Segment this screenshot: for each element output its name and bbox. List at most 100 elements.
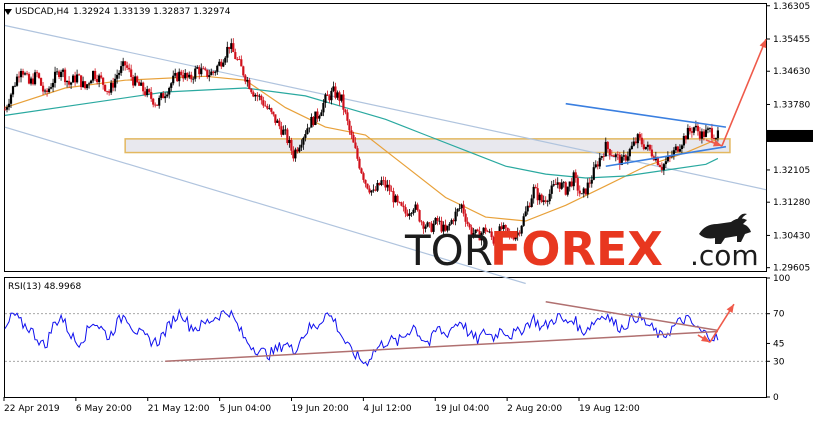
- candle-body: [174, 73, 177, 76]
- candle-body: [428, 222, 431, 224]
- candle-body: [692, 127, 696, 133]
- candle-body: [340, 94, 343, 101]
- candle-body: [222, 62, 225, 67]
- candle-body: [708, 128, 712, 129]
- candle-body: [458, 208, 461, 209]
- candle-body: [244, 75, 247, 82]
- candle-body: [626, 156, 629, 161]
- candle-body: [384, 180, 387, 188]
- candle-body: [682, 135, 685, 146]
- candle-body: [118, 72, 121, 75]
- candle-body: [378, 182, 381, 186]
- candle-body: [73, 75, 77, 83]
- candle-body: [390, 190, 393, 192]
- candle-body: [598, 157, 601, 167]
- candle-body: [134, 76, 137, 86]
- candle-body: [206, 69, 209, 77]
- candle-body: [69, 82, 73, 85]
- candle-body: [524, 211, 527, 217]
- candle-body: [82, 81, 85, 88]
- candle-body: [420, 221, 423, 223]
- candle-body: [322, 102, 325, 113]
- candle-body: [660, 166, 663, 170]
- candle-body: [158, 97, 161, 106]
- candle-body: [542, 200, 545, 202]
- candle-body: [336, 92, 339, 98]
- candle-body: [234, 52, 237, 60]
- candle-body: [88, 83, 91, 85]
- candle-body: [704, 129, 708, 137]
- candle-body: [9, 94, 13, 104]
- candle-body: [292, 150, 295, 159]
- candle-body: [550, 185, 553, 194]
- candle-body: [368, 188, 371, 193]
- candle-body: [308, 127, 311, 129]
- candle-body: [406, 213, 409, 216]
- candle-body: [154, 104, 157, 106]
- candle-body: [170, 83, 173, 88]
- candle-body: [370, 190, 373, 193]
- candle-body: [250, 88, 253, 93]
- candle-body: [716, 130, 720, 139]
- candle-body: [90, 80, 93, 84]
- candle-body: [75, 74, 79, 83]
- candle-body: [602, 156, 605, 157]
- candle-body: [296, 149, 299, 152]
- candle-body: [586, 182, 589, 195]
- candle-body: [638, 134, 641, 138]
- candle-body: [604, 141, 607, 157]
- candle-body: [35, 72, 39, 74]
- candle-body: [45, 90, 49, 93]
- time-tick-label: 5 Jun 04:00: [220, 404, 272, 414]
- rsi-tick-label: 30: [773, 357, 785, 367]
- candle-body: [562, 182, 565, 184]
- candle-body: [124, 61, 127, 66]
- candle-body: [342, 94, 345, 110]
- candle-body: [31, 78, 35, 85]
- candle-body: [71, 75, 75, 83]
- candle-body: [394, 195, 397, 203]
- candle-body: [136, 76, 139, 83]
- candle-body: [254, 94, 257, 97]
- candle-body: [232, 43, 235, 53]
- candle-body: [592, 167, 595, 180]
- candle-body: [278, 120, 281, 127]
- candle-body: [128, 67, 131, 70]
- candle-body: [644, 146, 647, 150]
- candle-body: [314, 111, 317, 125]
- candle-body: [376, 182, 379, 191]
- time-tick-label: 4 Jul 12:00: [363, 404, 412, 414]
- candle-body: [534, 186, 537, 189]
- current-price-label: 1.32974: [773, 132, 810, 142]
- candle-body: [438, 220, 441, 222]
- candle-body: [13, 85, 17, 87]
- candle-body: [366, 183, 369, 189]
- candle-body: [110, 82, 113, 93]
- candle-body: [706, 128, 710, 130]
- candle-body: [642, 144, 645, 150]
- candle-body: [80, 75, 83, 88]
- candle-body: [200, 68, 203, 75]
- candle-body: [218, 61, 221, 66]
- candle-body: [176, 73, 179, 82]
- candle-body: [63, 69, 67, 83]
- candle-body: [304, 134, 307, 138]
- candle-body: [360, 168, 363, 174]
- candle-body: [436, 217, 439, 221]
- candle-body: [242, 66, 245, 76]
- candle-body: [238, 59, 241, 60]
- candle-body: [622, 155, 625, 157]
- candle-body: [268, 108, 271, 110]
- candle-body: [398, 201, 401, 203]
- candle-body: [214, 71, 217, 73]
- candle-body: [140, 82, 143, 86]
- candle-body: [386, 184, 389, 188]
- candle-body: [194, 68, 197, 79]
- chart-header-ohlc: 1.32924 1.33139 1.32837 1.32974: [73, 7, 231, 17]
- candle-body: [714, 138, 718, 140]
- candle-body: [226, 46, 229, 58]
- price-tick-label: 1.29605: [773, 264, 810, 274]
- candle-body: [540, 194, 543, 202]
- candle-body: [306, 128, 309, 135]
- candle-body: [462, 204, 465, 214]
